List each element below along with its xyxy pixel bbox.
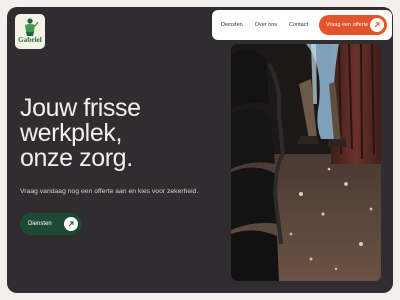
headline-line-3: onze zorg. — [20, 144, 133, 172]
nav-link-over-ons[interactable]: Over ons — [255, 22, 277, 28]
nav-link-diensten[interactable]: Diensten — [221, 22, 243, 28]
arrow-up-right-icon — [370, 18, 384, 32]
hero-subtext: Vraag vandaag nog een offerte aan en kie… — [20, 188, 199, 195]
request-quote-button[interactable]: Vraag een offerte — [319, 15, 387, 35]
headline-line-1: Jouw frisse — [20, 94, 141, 122]
request-quote-label: Vraag een offerte — [326, 22, 369, 28]
cleaning-figure-icon — [25, 18, 39, 36]
hero-section: Gabriel Diensten Over ons Contact Vraag … — [7, 7, 393, 293]
brand-name: Gabriel — [18, 36, 42, 44]
services-button-label: Diensten — [28, 221, 52, 227]
brand-logo[interactable]: Gabriel — [15, 14, 45, 49]
headline-line-2: werkplek, — [20, 119, 122, 147]
arrow-up-right-icon — [64, 217, 78, 231]
top-navigation: Diensten Over ons Contact Vraag een offe… — [212, 10, 392, 40]
hero-photo — [231, 44, 381, 281]
services-button[interactable]: Diensten — [20, 213, 82, 235]
hero-headline: Jouw frisse werkplek, onze zorg. — [20, 96, 141, 171]
nav-link-contact[interactable]: Contact — [289, 22, 308, 28]
